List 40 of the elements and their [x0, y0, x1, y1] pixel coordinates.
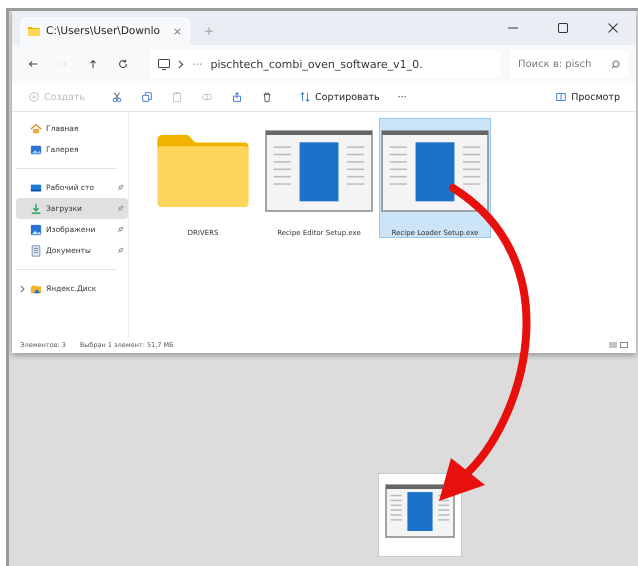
desktop-file-icon[interactable] — [378, 473, 462, 557]
plus-icon — [28, 91, 40, 103]
scissors-icon — [111, 91, 124, 103]
sort-icon — [299, 91, 312, 103]
installer-icon — [265, 130, 373, 212]
installer-icon — [381, 130, 489, 212]
document-icon — [30, 244, 42, 256]
folder-icon — [28, 26, 40, 36]
panel-icon — [555, 91, 568, 103]
close-tab-button[interactable]: × — [172, 24, 182, 38]
pin-icon — [117, 247, 124, 254]
details-view-icon[interactable] — [609, 341, 617, 349]
tiles-view-icon[interactable] — [620, 341, 628, 349]
more-button[interactable]: ··· — [392, 86, 413, 108]
copy-icon — [141, 91, 154, 103]
pin-icon — [117, 184, 124, 191]
search-field[interactable]: Поиск в: pisch — [510, 50, 628, 78]
window-tab[interactable]: C:\Users\User\Downlo × — [20, 17, 190, 45]
refresh-icon — [117, 58, 129, 70]
pin-icon — [117, 226, 124, 233]
home-icon — [30, 122, 42, 134]
address-bar[interactable]: ··· pischtech_combi_oven_software_v1_0. — [150, 50, 500, 78]
up-arrow-icon — [87, 58, 99, 70]
view-button[interactable]: Просмотр — [549, 86, 626, 108]
download-icon — [30, 202, 42, 214]
folder-icon — [30, 282, 42, 294]
picture-icon — [30, 224, 42, 236]
sort-button[interactable]: Сортировать — [293, 86, 386, 108]
back-arrow-icon — [27, 58, 39, 70]
gallery-icon — [30, 144, 42, 156]
rename-icon — [201, 91, 214, 103]
search-icon — [611, 60, 620, 69]
monitor-icon — [158, 58, 170, 70]
pin-icon — [117, 205, 124, 212]
installer-icon — [384, 484, 454, 538]
desktop-icon — [30, 182, 42, 194]
share-icon — [231, 91, 244, 103]
trash-icon — [261, 91, 274, 103]
clipboard-icon — [171, 91, 184, 103]
chevron-icon — [178, 60, 184, 68]
